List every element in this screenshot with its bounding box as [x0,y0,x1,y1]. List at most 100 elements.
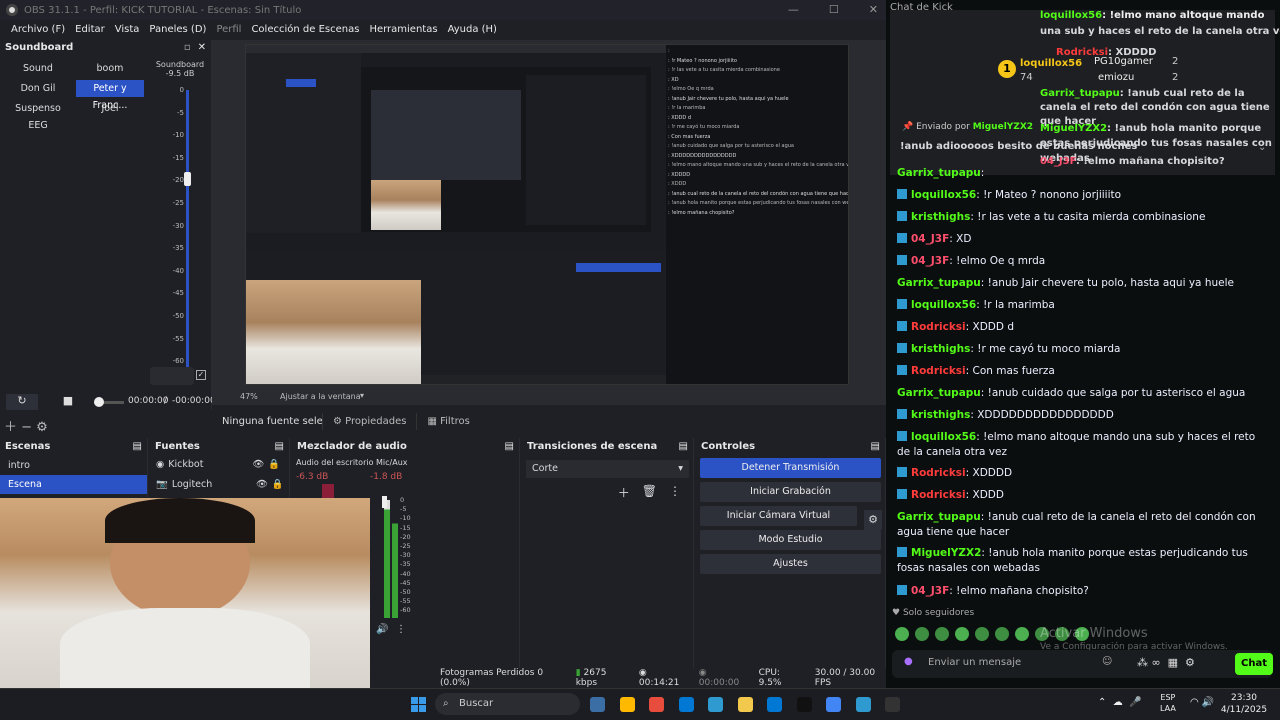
obs-taskbar-icon[interactable] [885,697,900,712]
language-indicator[interactable]: ESP LAA [1160,692,1176,714]
sound-button-joel[interactable]: Joel [76,100,144,117]
chat-username[interactable]: loquillox56 [911,189,976,201]
chat-username[interactable]: 04_J3F [911,233,949,245]
widgets-icon[interactable] [590,697,605,712]
lock-icon[interactable]: 🔒 [268,459,280,470]
dock-menu-icon[interactable]: ▤ [275,441,284,452]
undock-icon[interactable]: ▫ [184,42,191,53]
tray-icons[interactable]: ⌃ ☁ 🎤 [1098,697,1142,708]
app-icon[interactable] [855,697,871,712]
zoom-level[interactable]: 47% [240,392,258,401]
menu-editar[interactable]: Editar [70,20,110,40]
taskbar-search[interactable]: ⌕ Buscar [435,693,580,715]
chat-username[interactable]: Garrix_tupapu [897,277,981,289]
settings-button[interactable]: Ajustes [700,554,881,574]
fit-window-label[interactable]: Ajustar a la ventana [280,392,361,401]
chat-username[interactable]: kristhighs [911,211,970,223]
pinned-msg-user[interactable]: MiguelYZX2 [1040,123,1107,134]
chat-username[interactable]: Garrix_tupapu [897,387,981,399]
emoji-icon[interactable]: ☺ [1102,656,1112,667]
scene-item-escena[interactable]: Escena [0,475,147,494]
kebab-menu-icon[interactable]: ⋮ [396,624,406,635]
pinned-user-1[interactable]: loquillox56 [1040,10,1102,21]
chevron-down-icon[interactable]: ▾ [360,391,364,400]
studio-mode-button[interactable]: Modo Estudio [700,530,881,550]
menu-vista[interactable]: Vista [110,20,145,40]
files-icon[interactable] [619,697,635,712]
chat-composer[interactable]: ● Enviar un mensaje ☺ [892,650,1272,678]
emote-icon[interactable] [915,627,929,641]
chat-username[interactable]: kristhighs [911,409,970,421]
trash-icon[interactable]: 🗑 [642,484,657,501]
maximize-icon[interactable]: ☐ [829,3,839,16]
speaker-icon[interactable]: 🔊 [376,624,388,635]
wifi-icon[interactable]: ◠ 🔊 [1190,697,1214,708]
source-row-logitech[interactable]: 📷 Logitech 👁 🔒 [150,474,289,494]
chat-tool-icons[interactable]: ⁂ ∞ ▦ ⚙ [1137,656,1195,669]
taskbar-clock[interactable]: 23:30 4/11/2025 [1218,692,1270,716]
menu-coleccion[interactable]: Colección de Escenas [246,20,364,40]
chevron-down-icon[interactable]: ⌄ [1258,142,1266,153]
dock-menu-icon[interactable]: ▤ [871,441,880,452]
sent-by-user[interactable]: MiguelYZX2 [973,122,1033,132]
lock-icon[interactable]: 🔒 [272,479,284,490]
close-dock-icon[interactable]: ✕ [198,42,206,53]
chat-username[interactable]: kristhighs [911,343,970,355]
menu-herramientas[interactable]: Herramientas [364,20,442,40]
store-icon[interactable] [678,697,694,712]
sound-button-suspenso[interactable]: Suspenso EEG [4,100,72,131]
scene-item-intro[interactable]: intro [0,456,147,475]
chat-username[interactable]: loquillox56 [911,299,976,311]
emote-icon[interactable] [1015,627,1029,641]
filters-button[interactable]: ▦ Filtros [416,412,479,430]
chat-username[interactable]: Garrix_tupapu [897,167,981,179]
properties-button[interactable]: ⚙ Propiedades [322,412,416,430]
chat-input[interactable]: Enviar un mensaje [928,657,1021,668]
chrome-icon[interactable] [826,697,841,712]
gear-icon[interactable]: ⚙ [864,510,882,530]
send-chat-button[interactable]: Chat [1235,653,1273,675]
sound-button-peter[interactable]: Peter y Franc... [76,80,144,111]
menu-perfil[interactable]: Perfil [211,20,246,40]
minimize-icon[interactable]: — [788,3,799,16]
sound-button-don-gil[interactable]: Don Gil [4,80,72,97]
chat-username[interactable]: loquillox56 [911,431,976,443]
stop-streaming-button[interactable]: Detener Transmisión [700,458,881,478]
outlook-icon[interactable] [767,697,782,712]
chat-username[interactable]: MiguelYZX2 [911,547,981,559]
kebab-menu-icon[interactable]: ⋮ [669,484,681,501]
media-progress-thumb[interactable] [94,397,104,407]
emote-icon[interactable] [955,627,969,641]
start-virtual-cam-button[interactable]: Iniciar Cámara Virtual [700,506,857,526]
close-icon[interactable]: ✕ [869,3,878,16]
dock-menu-icon[interactable]: ▤ [505,441,514,452]
stop-icon[interactable]: ■ [52,394,84,410]
chat-username[interactable]: Rodricksi [911,321,966,333]
dock-menu-icon[interactable]: ▤ [679,441,688,452]
add-remove-icons[interactable]: ＋ − ⚙ [4,416,48,435]
transition-select[interactable]: Corte ▾ [526,460,689,478]
emote-icon[interactable] [975,627,989,641]
sound-button-boom[interactable]: boom [76,60,144,77]
mic-icon[interactable]: ● [904,656,913,667]
eye-icon[interactable]: 👁 [252,459,264,470]
soundboard-checkbox[interactable]: ✓ [196,370,206,380]
chat-username[interactable]: 04_J3F [911,255,949,267]
emote-icon[interactable] [935,627,949,641]
chat-username[interactable]: Rodricksi [911,365,966,377]
explorer-icon[interactable] [737,697,753,712]
tiktok-icon[interactable] [796,697,812,712]
edge-icon[interactable] [708,697,723,712]
emote-icon[interactable] [895,627,909,641]
soundboard-field[interactable] [150,367,194,385]
chat-username[interactable]: 04_J3F [911,585,949,597]
soundboard-volume-slider[interactable] [184,172,191,186]
stream-preview-canvas[interactable]: :: !r Mateo ? nonono jorjiiiito: !r las … [245,44,849,385]
menu-archivo[interactable]: Archivo (F) [6,20,70,40]
soundboard-volume-track[interactable] [186,90,189,370]
chat-username[interactable]: Rodricksi [911,467,966,479]
mic-volume-slider[interactable] [382,496,387,508]
emote-icon[interactable] [995,627,1009,641]
pinned-user-7[interactable]: Garrix_tupapu [1040,88,1120,99]
add-icon[interactable]: ＋ [618,484,630,501]
